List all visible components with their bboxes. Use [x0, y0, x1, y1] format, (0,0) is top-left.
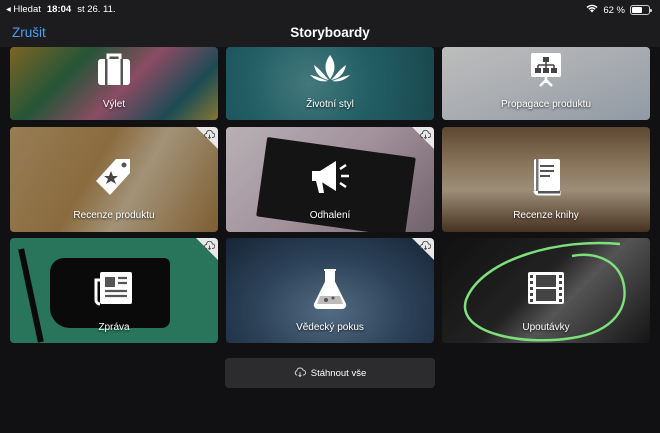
page-title: Storyboardy — [290, 25, 370, 40]
storyboard-tile-zprava[interactable]: Zpráva — [10, 238, 218, 343]
cloud-download-icon[interactable] — [196, 127, 218, 149]
tile-label: Propagace produktu — [500, 99, 592, 110]
wifi-icon — [586, 4, 598, 16]
tile-label: Odhalení — [309, 210, 351, 221]
download-all-label: Stáhnout vše — [310, 367, 367, 379]
status-bar: ◂ Hledat 18:04 st 26. 11. 62 % — [0, 0, 660, 20]
storyboard-tile-upoutavky[interactable]: Upoutávky — [442, 238, 650, 343]
storyboard-tile-zivotni-styl[interactable]: Životní styl — [226, 47, 434, 120]
status-time: 18:04 — [46, 4, 72, 15]
tile-label: Recenze knihy — [513, 210, 579, 221]
tile-label: Recenze produktu — [73, 210, 155, 221]
storyboard-tile-vylet[interactable]: Výlet — [10, 47, 218, 120]
status-date: st 26. 11. — [77, 4, 116, 15]
cloud-download-icon[interactable] — [412, 238, 434, 260]
book-icon — [528, 157, 564, 204]
newspaper-icon — [92, 268, 136, 313]
storyboard-tile-propagace-produktu[interactable]: Propagace produktu — [442, 47, 650, 120]
star-tag-icon — [94, 157, 134, 204]
tile-label: Životní styl — [306, 99, 354, 110]
back-to-app-link[interactable]: ◂ Hledat — [6, 4, 41, 15]
tile-label: Vědecký pokus — [296, 322, 364, 333]
highlight-circle-annotation — [463, 241, 626, 342]
battery-icon — [630, 5, 652, 15]
cloud-download-icon[interactable] — [412, 127, 434, 149]
flask-icon — [312, 268, 348, 315]
navigation-bar: Zrušit Storyboardy — [0, 20, 660, 47]
storyboard-tile-vedecky-pokus[interactable]: Vědecký pokus — [226, 238, 434, 343]
lotus-icon — [310, 51, 350, 92]
battery-percent: 62 % — [603, 4, 625, 16]
cloud-download-icon[interactable] — [196, 238, 218, 260]
suitcase-icon — [94, 49, 134, 94]
megaphone-icon — [308, 157, 352, 202]
storyboard-tile-recenze-knihy[interactable]: Recenze knihy — [442, 127, 650, 232]
storyboard-tile-recenze-produktu[interactable]: Recenze produktu — [10, 127, 218, 232]
download-all-button[interactable]: Stáhnout vše — [225, 358, 435, 388]
presentation-icon — [526, 49, 566, 94]
cloud-download-icon — [294, 367, 306, 380]
tile-label: Výlet — [102, 99, 126, 110]
tile-label: Zpráva — [98, 322, 130, 333]
storyboard-tile-odhaleni[interactable]: Odhalení — [226, 127, 434, 232]
